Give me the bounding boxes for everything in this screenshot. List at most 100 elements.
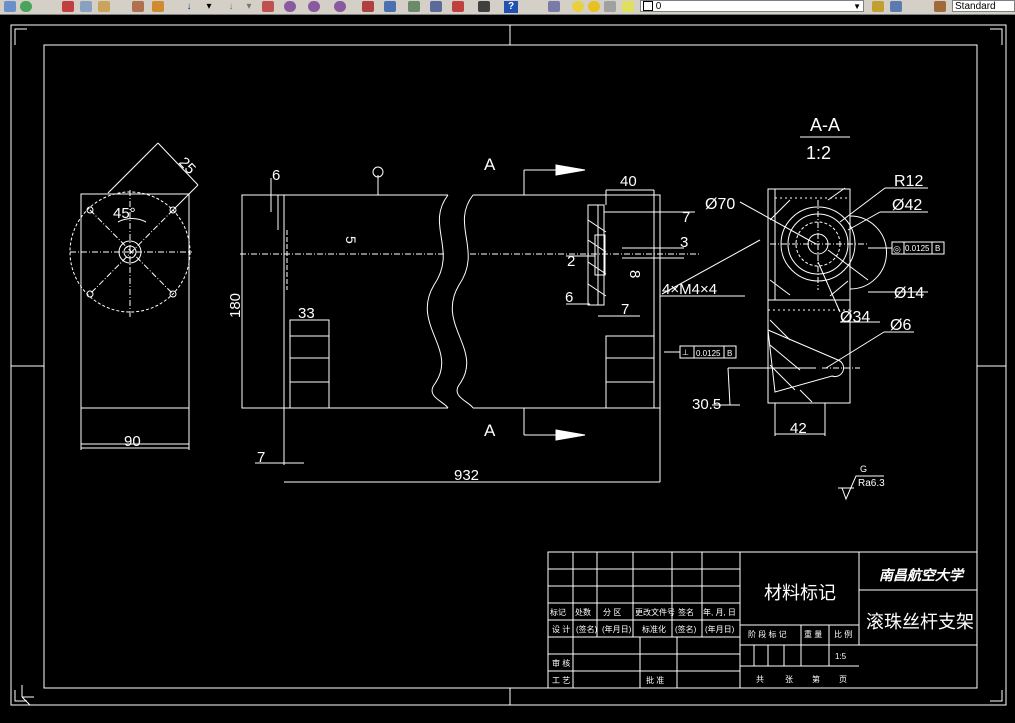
layer-freeze-icon[interactable] bbox=[588, 1, 600, 12]
row-design-date: (年月日) bbox=[602, 624, 632, 634]
design-center-icon[interactable] bbox=[384, 1, 396, 12]
zoom-previous-icon[interactable] bbox=[334, 1, 346, 12]
dim-dia-70: Ø70 bbox=[705, 196, 735, 213]
dim-8: 8 bbox=[626, 270, 643, 278]
tolerance-value: 0.0125 bbox=[696, 349, 721, 358]
dim-42: 42 bbox=[790, 420, 807, 437]
row-std-sign: (签名) bbox=[675, 624, 697, 634]
roughness-value: Ra6.3 bbox=[858, 478, 885, 489]
stage-mark-label: 阶 段 标 记 bbox=[748, 629, 787, 639]
dim-7-upper: 7 bbox=[682, 209, 690, 226]
layer-previous-icon[interactable] bbox=[872, 1, 884, 12]
layer-on-icon[interactable] bbox=[572, 1, 584, 12]
sheet-set-icon[interactable] bbox=[430, 1, 442, 12]
concentricity-symbol: ◎ bbox=[893, 244, 901, 254]
globe-icon[interactable] bbox=[20, 1, 32, 12]
layer-dropdown-value: 0 bbox=[655, 1, 662, 12]
model-space-background bbox=[0, 15, 1015, 723]
match-properties-icon[interactable] bbox=[132, 1, 144, 12]
dim-3: 3 bbox=[680, 234, 688, 251]
dim-5: 5 bbox=[343, 236, 359, 244]
header-col-count: 处数 bbox=[575, 607, 591, 617]
save-icon[interactable] bbox=[4, 1, 16, 12]
section-title: A-A bbox=[810, 115, 840, 135]
textstyle-dropdown[interactable]: Standard bbox=[952, 0, 1015, 12]
section-letter-top: A bbox=[484, 155, 496, 174]
redo-dropdown-icon[interactable]: ▾ bbox=[244, 1, 254, 13]
dim-932: 932 bbox=[454, 467, 479, 484]
roughness-letter: G bbox=[860, 464, 867, 474]
properties-icon[interactable] bbox=[362, 1, 374, 12]
dim-dia-42: Ø42 bbox=[892, 197, 922, 214]
dim-180: 180 bbox=[227, 293, 244, 318]
review-label: 审 核 bbox=[552, 658, 570, 668]
row-design-sign: (签名) bbox=[576, 624, 598, 634]
layer-color-swatch bbox=[643, 1, 653, 12]
zoom-window-icon[interactable] bbox=[308, 1, 320, 12]
dim-6-lower: 6 bbox=[565, 289, 573, 306]
dim-dia-6: Ø6 bbox=[890, 317, 911, 334]
material-label: 材料标记 bbox=[764, 583, 836, 603]
dim-2: 2 bbox=[567, 253, 575, 270]
pan-icon[interactable] bbox=[262, 1, 274, 12]
dim-width-90: 90 bbox=[124, 433, 141, 450]
header-col-sign: 签名 bbox=[678, 607, 694, 617]
dim-7-bottom: 7 bbox=[257, 449, 265, 466]
paste-icon[interactable] bbox=[98, 1, 110, 12]
thread-note: 4×M4×4 bbox=[662, 281, 717, 298]
header-col-change-doc: 更改文件号 bbox=[635, 607, 675, 617]
header-col-date: 年, 月, 日 bbox=[703, 607, 736, 617]
header-col-zone: 分 区 bbox=[603, 608, 621, 617]
tool-palettes-icon[interactable] bbox=[408, 1, 420, 12]
cad-toolbar: ↓ ▾ ↓ ▾ ? 0 ▼ Standard bbox=[0, 0, 1015, 15]
calculator-icon[interactable] bbox=[478, 1, 490, 12]
part-name: 滚珠丝杆支架 bbox=[866, 612, 974, 632]
undo-dropdown-icon[interactable]: ▾ bbox=[204, 1, 214, 13]
tolerance-symbol: ⊥ bbox=[682, 348, 689, 357]
layer-dropdown[interactable]: 0 ▼ bbox=[640, 0, 864, 12]
text-style-icon[interactable] bbox=[934, 1, 946, 12]
help-icon[interactable]: ? bbox=[504, 1, 518, 13]
sheet-total-label: 共 bbox=[756, 675, 764, 684]
process-label: 工 艺 bbox=[552, 676, 570, 685]
dim-r12: R12 bbox=[894, 173, 923, 190]
cad-drawing-canvas[interactable]: 2 5 45° 90 A A 6 40 7 3 2 8 6 7 5 180 33 … bbox=[0, 15, 1015, 723]
cut-icon[interactable] bbox=[62, 1, 74, 12]
sheet-page-label: 页 bbox=[839, 675, 847, 684]
dim-7-lower: 7 bbox=[621, 301, 629, 318]
copy-icon[interactable] bbox=[80, 1, 92, 12]
undo-icon[interactable]: ↓ bbox=[182, 1, 196, 13]
layer-lock-icon[interactable] bbox=[604, 1, 616, 12]
tolerance-datum: B bbox=[727, 349, 732, 358]
textstyle-dropdown-value: Standard bbox=[955, 1, 996, 12]
markup-icon[interactable] bbox=[452, 1, 464, 12]
row-std-date: (年月日) bbox=[705, 624, 735, 634]
layer-states-icon[interactable] bbox=[890, 1, 902, 12]
row-standardization: 标准化 bbox=[642, 624, 666, 634]
pencil-icon[interactable] bbox=[152, 1, 164, 12]
approve-label: 批 准 bbox=[646, 675, 664, 685]
dim-30-5: 30.5 bbox=[692, 396, 721, 413]
redo-icon[interactable]: ↓ bbox=[224, 1, 238, 13]
row-design: 设 计 bbox=[552, 624, 570, 634]
section-tolerance-value: 0.0125 bbox=[905, 244, 930, 253]
layer-manager-icon[interactable] bbox=[548, 1, 560, 12]
dim-angle-45: 45° bbox=[113, 205, 136, 222]
weight-label: 重 量 bbox=[804, 629, 822, 639]
dim-40: 40 bbox=[620, 173, 637, 190]
dim-dia-34: Ø34 bbox=[840, 309, 870, 326]
header-col-mark: 标记 bbox=[550, 607, 566, 617]
scale-value: 1:5 bbox=[835, 652, 847, 661]
chevron-down-icon: ▼ bbox=[853, 2, 861, 11]
dim-6-top: 6 bbox=[272, 167, 280, 184]
sheet-unit-label: 张 bbox=[785, 675, 793, 684]
layer-color-icon[interactable] bbox=[622, 1, 634, 12]
dim-33: 33 bbox=[298, 305, 315, 322]
sheet-number-label: 第 bbox=[812, 674, 820, 684]
section-letter-bottom: A bbox=[484, 421, 496, 440]
section-scale: 1:2 bbox=[806, 143, 831, 163]
section-tolerance-datum: B bbox=[935, 244, 940, 253]
scale-label: 比 例 bbox=[834, 629, 852, 639]
university-name: 南昌航空大学 bbox=[879, 567, 965, 583]
zoom-realtime-icon[interactable] bbox=[284, 1, 296, 12]
